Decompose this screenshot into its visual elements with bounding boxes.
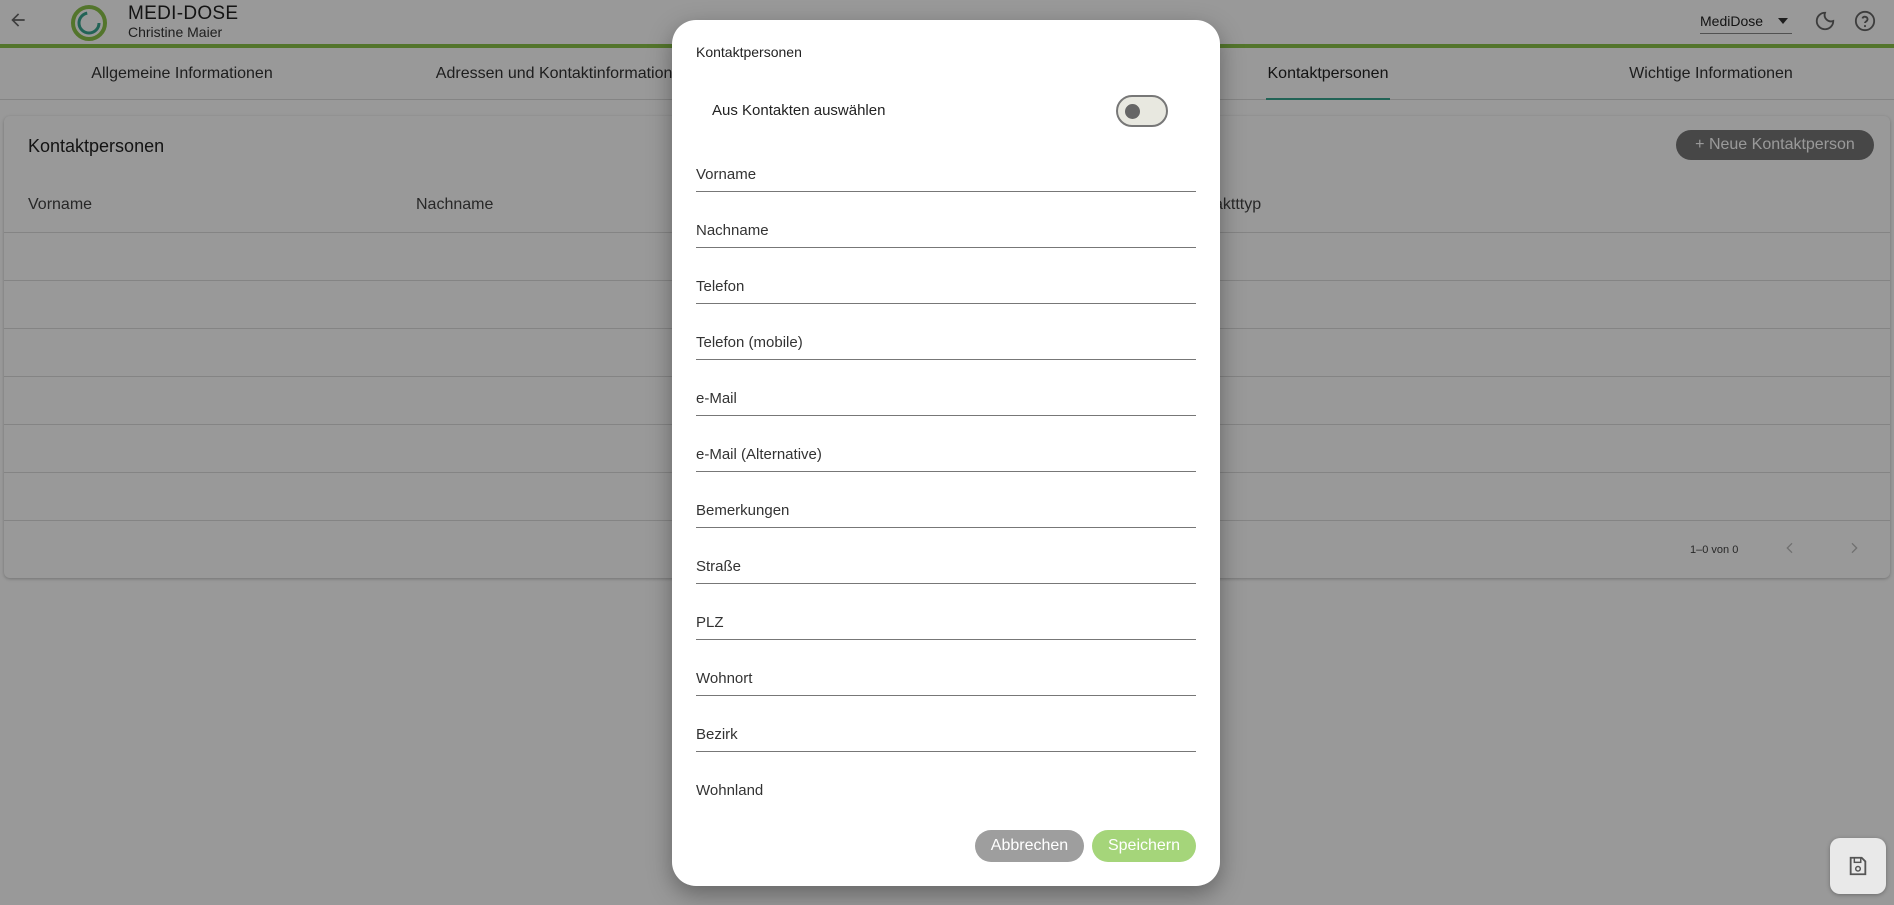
vorname-input[interactable] (696, 152, 1196, 191)
wohnland-field[interactable]: Wohnland (696, 768, 1196, 808)
wohnland-input[interactable] (696, 768, 1196, 808)
nachname-field[interactable]: Nachname (696, 208, 1196, 248)
bezirk-input[interactable] (696, 712, 1196, 751)
select-from-contacts-toggle[interactable] (1116, 95, 1168, 127)
contact-person-dialog: Kontaktpersonen Aus Kontakten auswählen … (672, 20, 1220, 886)
dialog-title: Kontaktpersonen (696, 44, 802, 60)
app-page: MEDI-DOSE Christine Maier MediDose Allge… (0, 0, 1894, 905)
telefon-input[interactable] (696, 264, 1196, 303)
vorname-field[interactable]: Vorname (696, 152, 1196, 192)
strasse-field[interactable]: Straße (696, 544, 1196, 584)
select-from-contacts-label: Aus Kontakten auswählen (712, 102, 886, 119)
wohnort-input[interactable] (696, 656, 1196, 695)
email-input[interactable] (696, 376, 1196, 415)
email-field[interactable]: e-Mail (696, 376, 1196, 416)
bemerkungen-field[interactable]: Bemerkungen (696, 488, 1196, 528)
save-button[interactable]: Speichern (1092, 830, 1196, 862)
telefon-mobile-input[interactable] (696, 320, 1196, 359)
plz-field[interactable]: PLZ (696, 600, 1196, 640)
nachname-input[interactable] (696, 208, 1196, 247)
save-fab-button[interactable] (1830, 838, 1886, 894)
telefon-field[interactable]: Telefon (696, 264, 1196, 304)
toggle-knob (1125, 104, 1140, 119)
plz-input[interactable] (696, 600, 1196, 639)
strasse-input[interactable] (696, 544, 1196, 583)
floppy-disk-icon (1849, 856, 1867, 876)
wohnort-field[interactable]: Wohnort (696, 656, 1196, 696)
telefon-mobile-field[interactable]: Telefon (mobile) (696, 320, 1196, 360)
bezirk-field[interactable]: Bezirk (696, 712, 1196, 752)
bemerkungen-input[interactable] (696, 488, 1196, 527)
email-alternative-input[interactable] (696, 432, 1196, 471)
cancel-button[interactable]: Abbrechen (975, 830, 1084, 862)
email-alternative-field[interactable]: e-Mail (Alternative) (696, 432, 1196, 472)
